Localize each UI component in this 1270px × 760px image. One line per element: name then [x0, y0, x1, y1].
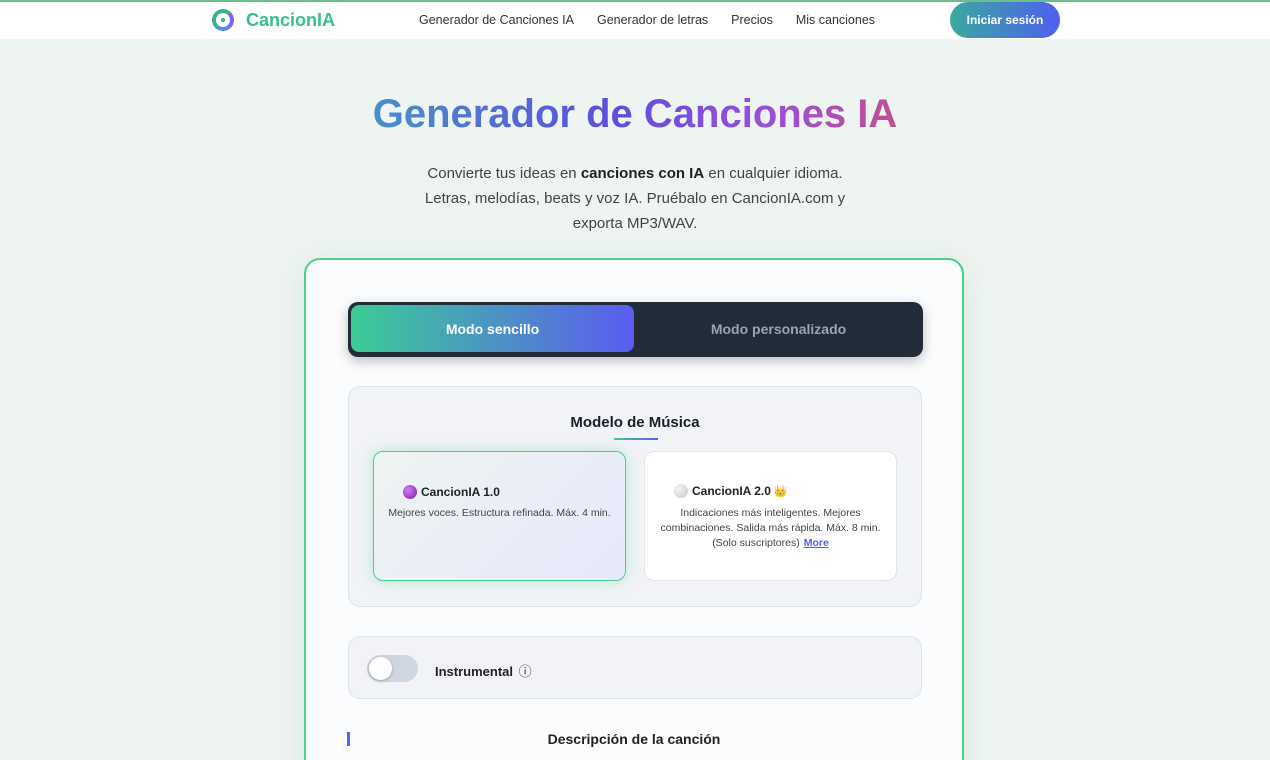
nav-link-pricing[interactable]: Precios	[731, 13, 773, 27]
generator-card: Modo sencillo Modo personalizado Modelo …	[304, 258, 964, 760]
crown-icon: 👑	[773, 485, 788, 498]
song-description-title: Descripción de la canción	[547, 731, 721, 747]
model-option-cancionia-2[interactable]: CancionIA 2.0 👑 Indicaciones más intelig…	[644, 451, 897, 581]
instrumental-label: Instrumental	[435, 664, 514, 679]
more-link[interactable]: More	[804, 537, 829, 549]
nav-link-song-generator[interactable]: Generador de Canciones IA	[419, 13, 574, 27]
nav-link-lyrics-generator[interactable]: Generador de letras	[597, 13, 708, 27]
page-title: Generador de Canciones IA	[372, 92, 898, 136]
grey-circle-icon	[674, 484, 688, 498]
model-name: CancionIA 1.0	[421, 485, 500, 499]
mode-custom-button[interactable]: Modo personalizado	[637, 305, 920, 352]
model-option-cancionia-1[interactable]: CancionIA 1.0 Mejores voces. Estructura …	[373, 451, 626, 581]
music-model-panel: Modelo de Música CancionIA 1.0 Mejores v…	[348, 386, 922, 607]
instrumental-toggle[interactable]	[367, 655, 418, 682]
mode-simple-button[interactable]: Modo sencillo	[351, 305, 634, 352]
logo-icon	[212, 9, 234, 31]
page-subtitle: Convierte tus ideas en canciones con IA …	[424, 165, 846, 232]
title-underline	[614, 438, 658, 440]
model-description: Mejores voces. Estructura refinada. Máx.…	[388, 507, 611, 519]
brand-name: CancionIA	[246, 9, 336, 30]
site-header: CancionIA Generador de Canciones IA Gene…	[0, 2, 1270, 39]
purple-circle-icon	[403, 485, 417, 499]
login-button[interactable]: Iniciar sesión	[950, 2, 1060, 38]
info-icon[interactable]: ⓘ	[519, 664, 532, 679]
mode-switch: Modo sencillo Modo personalizado	[348, 302, 923, 357]
main-nav: Generador de Canciones IA Generador de l…	[419, 13, 898, 27]
instrumental-panel: Instrumental ⓘ	[348, 636, 922, 699]
model-description: Indicaciones más inteligentes. Mejores c…	[660, 507, 881, 549]
nav-link-my-songs[interactable]: Mis canciones	[796, 13, 875, 27]
toggle-knob	[369, 657, 392, 680]
model-section-title: Modelo de Música	[570, 414, 700, 431]
model-name: CancionIA 2.0	[692, 484, 771, 498]
brand-logo[interactable]: CancionIA	[212, 9, 335, 31]
